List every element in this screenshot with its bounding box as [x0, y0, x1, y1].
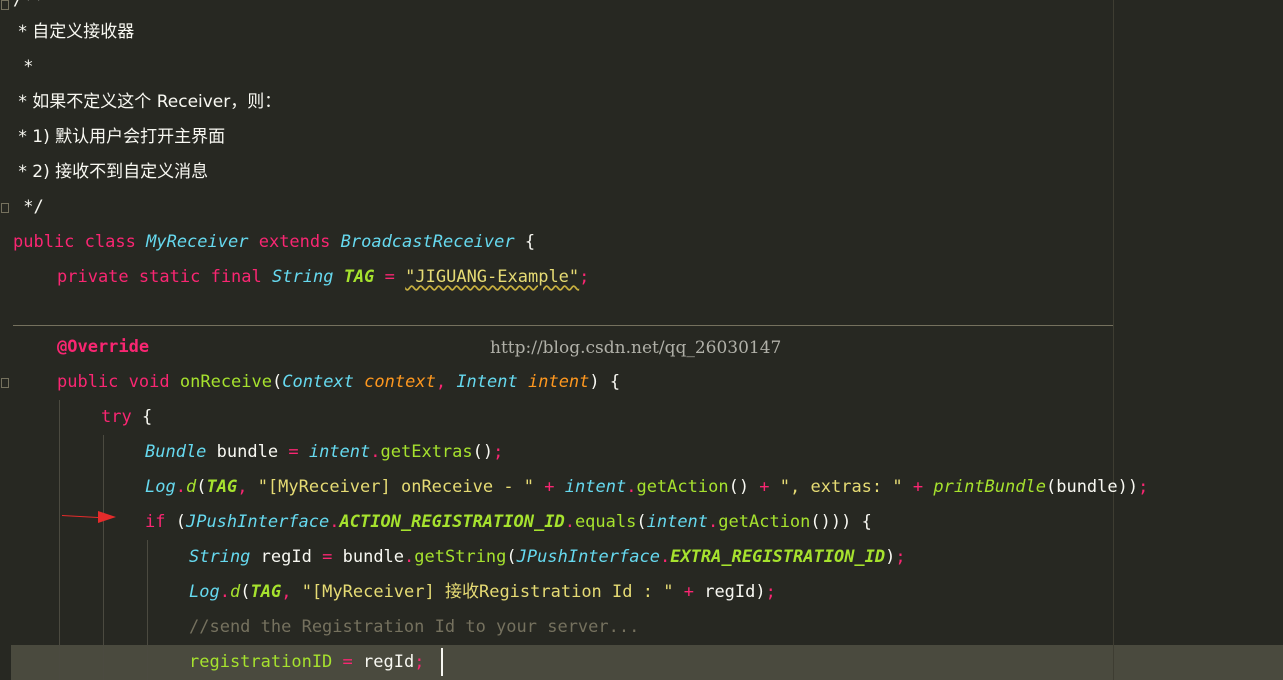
- indent-guide: [103, 435, 104, 680]
- code-editor[interactable]: /** * 自定义接收器 * * 如果不定义这个 Receiver，则： * 1…: [0, 0, 1283, 680]
- code-line-class: public class MyReceiver extends Broadcas…: [13, 225, 1273, 260]
- keyword: extends: [258, 232, 331, 252]
- fold-marker-icon[interactable]: [1, 378, 9, 388]
- code-line-regid: String regId = bundle.getString(JPushInt…: [189, 547, 906, 567]
- keyword: public: [13, 232, 75, 252]
- indent-guide: [147, 540, 148, 680]
- super-class: BroadcastReceiver: [340, 232, 515, 252]
- parameter: intent: [308, 442, 371, 462]
- method-name: onReceive: [179, 372, 272, 392]
- fold-marker-icon[interactable]: [1, 0, 9, 10]
- code-line-if: if (JPushInterface.ACTION_REGISTRATION_I…: [145, 512, 872, 532]
- variable: regId: [260, 547, 312, 567]
- class-name: MyReceiver: [146, 232, 249, 252]
- type: Intent: [456, 372, 518, 392]
- code-line-6: * 2) 接收不到自定义消息: [13, 162, 209, 182]
- type: Context: [282, 372, 354, 392]
- editor-gutter: [0, 0, 11, 680]
- parameter: intent: [527, 372, 590, 392]
- watermark: http://blog.csdn.net/qq_26030147: [490, 338, 782, 358]
- field: registrationID: [189, 652, 333, 672]
- brace: {: [514, 232, 536, 252]
- string-literal: "JIGUANG-Example": [405, 267, 580, 287]
- code-line-tag: private static final String TAG = "JIGUA…: [57, 260, 1283, 295]
- constant: EXTRA_REGISTRATION_ID: [670, 547, 886, 567]
- annotation: @Override: [57, 337, 150, 357]
- fold-marker-icon[interactable]: [1, 203, 9, 213]
- semicolon: ;: [579, 267, 590, 287]
- text-caret: [441, 648, 443, 676]
- code-line-4: * 如果不定义这个 Receiver，则：: [13, 92, 282, 112]
- keyword: class: [84, 232, 136, 252]
- breakpoint-arrow-icon: [62, 511, 116, 523]
- code-line-3: *: [13, 57, 34, 77]
- code-line-comment: //send the Registration Id to your serve…: [189, 617, 640, 637]
- string-literal: "[MyReceiver] onReceive - ": [257, 477, 535, 497]
- method-separator: [13, 325, 1113, 326]
- string-literal: "[MyReceiver] 接收Registration Id : ": [301, 582, 674, 602]
- method-call: getExtras: [380, 442, 473, 462]
- constant: ACTION_REGISTRATION_ID: [339, 512, 565, 532]
- keyword: try: [101, 407, 132, 427]
- constant: TAG: [343, 267, 375, 287]
- keyword: static: [138, 267, 201, 287]
- parameter: context: [364, 372, 436, 392]
- code-line-log-2: Log.d(TAG, "[MyReceiver] 接收Registration …: [189, 582, 776, 602]
- code-line-try: try {: [101, 407, 153, 427]
- type: String: [272, 267, 334, 287]
- keyword: private: [57, 267, 129, 287]
- type: Log: [145, 477, 176, 497]
- keyword: void: [128, 372, 170, 392]
- keyword: final: [210, 267, 262, 287]
- keyword: public: [57, 372, 119, 392]
- indent-guide: [59, 400, 60, 680]
- method-call: d: [185, 477, 197, 497]
- code-line-log-1: Log.d(TAG, "[MyReceiver] onReceive - " +…: [145, 477, 1149, 497]
- code-line-5: * 1) 默认用户会打开主界面: [13, 127, 226, 147]
- code-line-onreceive: public void onReceive(Context context, I…: [57, 372, 621, 392]
- variable: bundle: [216, 442, 279, 462]
- operator: =: [384, 267, 395, 287]
- keyword: if: [145, 512, 166, 532]
- code-line-bundle: Bundle bundle = intent.getExtras();: [145, 442, 504, 462]
- type: Bundle: [145, 442, 207, 462]
- code-line-2: * 自定义接收器: [13, 22, 135, 42]
- code-line-7: */: [13, 197, 44, 217]
- code-line-assign: registrationID = regId;: [189, 652, 425, 672]
